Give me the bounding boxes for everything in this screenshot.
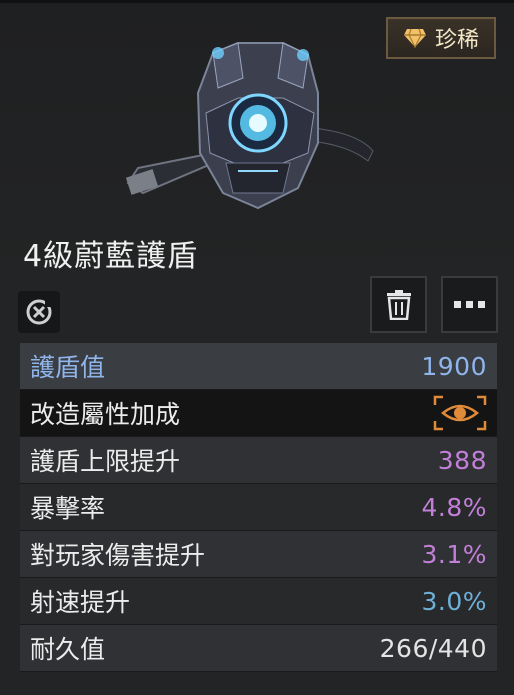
- stat-label: 耐久值: [30, 635, 106, 664]
- rarity-label: 珍稀: [434, 28, 479, 53]
- rarity-badge: 珍稀: [386, 17, 496, 59]
- more-icon: [453, 300, 485, 308]
- stat-value: 388: [437, 445, 487, 475]
- stat-value: 4.8%: [421, 492, 487, 522]
- stat-row-crit: 暴擊率 4.8%: [20, 484, 497, 531]
- item-detail-card: 珍稀 4級蔚藍護盾 護盾值 1900 改造屬性加成 護盾上限提升 388 暴擊率…: [0, 0, 514, 695]
- stat-label: 暴擊率: [30, 494, 106, 523]
- stat-value: 3.1%: [421, 539, 487, 569]
- stats-table: 護盾值 1900 改造屬性加成 護盾上限提升 388 暴擊率 4.8% 對玩家傷…: [20, 343, 497, 672]
- stat-row-shield-cap: 護盾上限提升 388: [20, 437, 497, 484]
- stat-row-fire-rate: 射速提升 3.0%: [20, 578, 497, 625]
- stat-label: 護盾值: [30, 353, 106, 382]
- more-options-button[interactable]: [441, 276, 498, 333]
- stat-label: 改造屬性加成: [30, 400, 181, 429]
- stat-value: 1900: [421, 351, 487, 381]
- stat-row-durability: 耐久值 266/440: [20, 625, 497, 672]
- stat-label: 對玩家傷害提升: [30, 541, 206, 570]
- item-name: 4級蔚藍護盾: [23, 239, 199, 274]
- stat-row-shield: 護盾值 1900: [20, 343, 497, 390]
- trash-icon: [386, 289, 411, 320]
- stat-value: 3.0%: [421, 586, 487, 616]
- recycle-icon[interactable]: [18, 291, 60, 333]
- stat-label: 射速提升: [30, 588, 131, 617]
- diamond-icon: [403, 28, 426, 48]
- stat-value: 266/440: [379, 633, 487, 663]
- stat-label: 護盾上限提升: [30, 447, 181, 476]
- eye-icon[interactable]: [433, 395, 487, 431]
- stat-row-mods: 改造屬性加成: [20, 390, 497, 437]
- stat-row-pvp-damage: 對玩家傷害提升 3.1%: [20, 531, 497, 578]
- delete-button[interactable]: [370, 276, 427, 333]
- armor-vest-image: [125, 42, 374, 210]
